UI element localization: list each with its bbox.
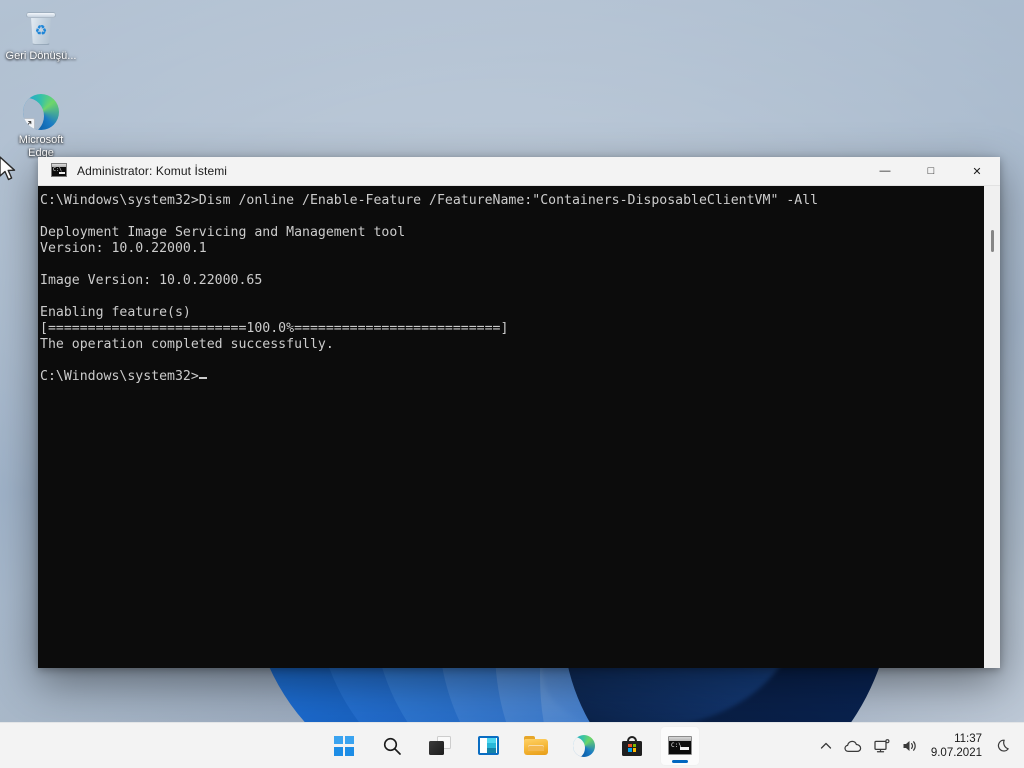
speaker-icon xyxy=(903,741,916,751)
maximize-button[interactable]: □ xyxy=(908,157,954,186)
console-line: The operation completed successfully. xyxy=(40,337,334,352)
desktop-icon-recycle-bin[interactable]: ♻ Geri Dönüşü... xyxy=(2,6,80,63)
desktop-icon-microsoft-edge[interactable]: ↗ Microsoft Edge xyxy=(2,90,80,160)
console-line: C:\Windows\system32> xyxy=(40,369,983,385)
notifications-button[interactable] xyxy=(992,729,1018,763)
volume-button[interactable] xyxy=(897,729,923,763)
console-output[interactable]: C:\Windows\system32>Dism /online /Enable… xyxy=(38,186,983,668)
task-view-icon xyxy=(429,736,451,755)
system-tray: 11:37 9.07.2021 xyxy=(815,723,1024,768)
close-button[interactable]: ✕ xyxy=(954,157,1000,186)
scrollbar-thumb[interactable] xyxy=(991,230,994,252)
console-caret xyxy=(198,377,207,379)
crescent-moon-icon xyxy=(997,739,1009,752)
cmd-icon: C:\ xyxy=(668,736,692,755)
mouse-cursor xyxy=(0,156,16,181)
onedrive-button[interactable] xyxy=(839,729,867,763)
recycle-bin-icon: ♻ xyxy=(2,6,80,50)
console-line: Image Version: 10.0.22000.65 xyxy=(40,273,263,288)
taskbar-item-file-explorer[interactable] xyxy=(516,726,556,766)
taskbar-item-widgets[interactable] xyxy=(468,726,508,766)
search-icon xyxy=(383,737,401,755)
edge-icon: ↗ xyxy=(2,90,80,134)
minimize-button[interactable]: — xyxy=(862,157,908,186)
cloud-icon xyxy=(844,740,862,753)
taskbar-item-microsoft-edge[interactable] xyxy=(564,726,604,766)
taskbar-item-search[interactable] xyxy=(372,726,412,766)
cmd-icon: C:\ xyxy=(51,163,67,179)
console-line: Deployment Image Servicing and Managemen… xyxy=(40,225,406,240)
command-prompt-window[interactable]: C:\ Administrator: Komut İstemi — □ ✕ C:… xyxy=(38,157,1000,668)
start-icon xyxy=(334,735,354,756)
console-scrollbar[interactable] xyxy=(983,186,1000,668)
clock-time: 11:37 xyxy=(954,733,982,745)
network-icon xyxy=(874,738,890,752)
folder-icon xyxy=(524,736,548,755)
window-title-bar[interactable]: C:\ Administrator: Komut İstemi — □ ✕ xyxy=(38,157,1000,186)
taskbar[interactable]: C:\ 11:37 9.07.2021 xyxy=(0,722,1024,768)
taskbar-item-command-prompt[interactable]: C:\ xyxy=(660,725,700,766)
console-line: [=========================100.0%========… xyxy=(40,321,509,336)
store-icon xyxy=(622,735,642,756)
widgets-icon xyxy=(477,736,499,755)
console-line: Enabling feature(s) xyxy=(40,305,191,320)
taskbar-clock[interactable]: 11:37 9.07.2021 xyxy=(925,732,990,760)
taskbar-item-microsoft-store[interactable] xyxy=(612,726,652,766)
taskbar-center-group: C:\ xyxy=(324,725,700,766)
edge-icon xyxy=(573,734,595,757)
taskbar-item-task-view[interactable] xyxy=(420,726,460,766)
network-button[interactable] xyxy=(869,729,895,763)
desktop-icon-label: Geri Dönüşü... xyxy=(5,50,77,62)
console-line: C:\Windows\system32>Dism /online /Enable… xyxy=(40,193,819,208)
chevron-up-icon xyxy=(820,742,831,749)
console-line: Version: 10.0.22000.1 xyxy=(40,241,207,256)
window-title: Administrator: Komut İstemi xyxy=(77,164,228,178)
show-hidden-icons-button[interactable] xyxy=(815,729,837,763)
clock-date: 9.07.2021 xyxy=(930,747,982,759)
desktop-icon-label-line1: Microsoft xyxy=(18,134,64,146)
console-surface[interactable]: C:\Windows\system32>Dism /online /Enable… xyxy=(38,186,1000,668)
taskbar-item-start[interactable] xyxy=(324,726,364,766)
